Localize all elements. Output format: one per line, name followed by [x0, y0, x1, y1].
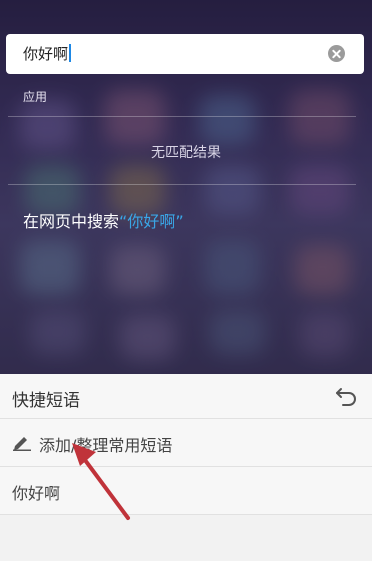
web-search-close-quote: ”	[175, 212, 184, 231]
no-results-text: 无匹配结果	[151, 145, 221, 161]
divider	[8, 116, 356, 117]
text-caret	[69, 44, 72, 62]
panel-header: 快捷短语	[0, 374, 372, 418]
edit-icon	[13, 437, 31, 451]
panel-title: 快捷短语	[12, 391, 80, 411]
search-field[interactable]: 你好啊	[6, 34, 364, 74]
panel-empty-area	[0, 514, 372, 561]
divider	[8, 184, 356, 185]
back-icon[interactable]	[334, 385, 358, 407]
search-input[interactable]: 你好啊	[23, 44, 72, 64]
clear-icon[interactable]	[328, 45, 345, 62]
phrase-list-item[interactable]: 你好啊	[0, 466, 372, 514]
add-phrase-row[interactable]: 添加/整理常用短语	[0, 418, 372, 466]
section-label-apps: 应用	[23, 90, 48, 104]
web-search-prefix: 在网页中搜索	[23, 212, 120, 231]
web-search-link[interactable]: 在网页中搜索“你好啊”	[23, 208, 184, 232]
web-search-query: 你好啊	[127, 212, 176, 231]
phrase-text: 你好啊	[12, 484, 61, 503]
quick-phrases-panel: 快捷短语 添加/整理常用短语 你好啊	[0, 374, 372, 561]
add-phrase-label: 添加/整理常用短语	[39, 436, 173, 455]
